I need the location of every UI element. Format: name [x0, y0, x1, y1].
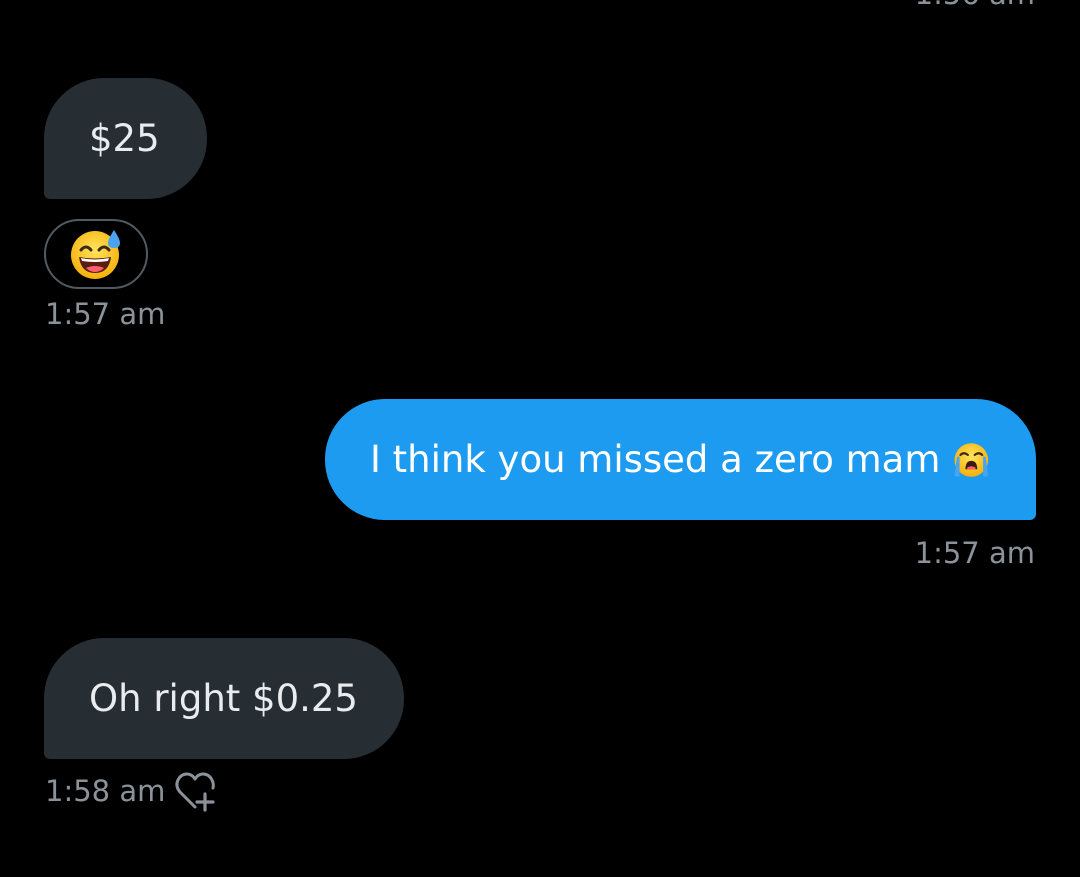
message-timestamp: 1:57 am	[914, 536, 1035, 570]
outgoing-message-bubble[interactable]: I think you missed a zero mam	[325, 399, 1036, 520]
message-text: I think you missed a zero mam	[370, 438, 941, 481]
grinning-face-with-sweat-emoji	[71, 230, 120, 279]
message-timestamp: 1:57 am	[45, 297, 166, 331]
incoming-message-bubble[interactable]: Oh right $0.25	[44, 638, 404, 759]
reaction-badge[interactable]	[44, 219, 148, 289]
message-text: $25	[89, 117, 160, 160]
heart-plus-icon[interactable]	[172, 770, 218, 814]
partial-timestamp: 1:56 am	[915, 0, 1035, 11]
message-timestamp: 1:58 am	[45, 774, 166, 808]
incoming-message-bubble[interactable]: $25	[44, 78, 207, 199]
loudly-crying-face-emoji	[954, 442, 989, 477]
message-text: Oh right $0.25	[89, 677, 358, 720]
dm-conversation: 1:56 am $25 1:57 am I think you missed a…	[0, 0, 1080, 877]
